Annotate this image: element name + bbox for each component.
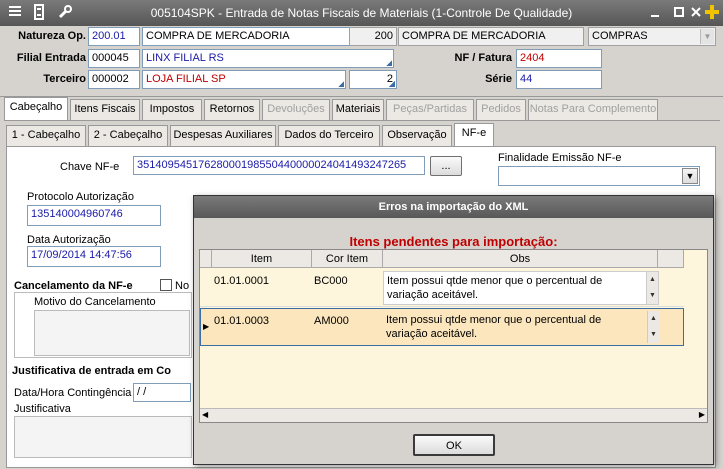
minimize-icon[interactable] (646, 4, 664, 22)
finalidade-label: Finalidade Emissão NF-e (498, 152, 622, 164)
natureza-desc-text: COMPRA DE MERCADORIA (146, 30, 290, 42)
filial-name-text: LINX FILIAL RS (146, 52, 224, 64)
chave-lookup-button[interactable]: ... (430, 156, 462, 176)
col-header-spacer (658, 250, 684, 268)
justificativa-section-title: Justificativa de entrada em Co (12, 365, 171, 377)
tipo-value: COMPRAS (592, 30, 648, 42)
chave-label: Chave NF-e (60, 161, 120, 173)
contingencia-label: Data/Hora Contingência (14, 387, 132, 399)
row-selector-arrow-icon: ▶ (203, 322, 210, 331)
cancelamento-checkbox[interactable] (160, 279, 172, 291)
grid-hscrollbar[interactable]: ◀ ▶ (200, 408, 707, 422)
memo-scrollbar[interactable]: ▲ ▼ (646, 272, 658, 304)
subtab-1-cabecalho[interactable]: 1 - Cabeçalho (6, 125, 86, 146)
col-header-cor-item[interactable]: Cor Item (312, 250, 383, 268)
natureza-code-field[interactable]: 200.01 (88, 27, 140, 46)
pending-items-grid: Item Cor Item Obs 01.01.0001 BC000 Item … (199, 249, 708, 423)
filial-label: Filial Entrada (16, 52, 86, 64)
cancelamento-checkbox-label: No (175, 280, 190, 292)
filial-code-field[interactable]: 000045 (88, 49, 140, 68)
data-autorizacao-field[interactable]: 17/09/2014 14:47:56 (27, 246, 161, 267)
table-row[interactable]: 01.01.0001 BC000 Item possui qtde menor … (200, 269, 684, 307)
row-cor: AM000 (314, 315, 349, 327)
tab-devolucoes[interactable]: Devoluções (262, 99, 330, 120)
terceiro-num-field[interactable]: 2 (349, 70, 397, 89)
terceiro-label: Terceiro (43, 73, 86, 85)
col-header-item[interactable]: Item (212, 250, 312, 268)
natureza-desc2-field: COMPRA DE MERCADORIA (398, 27, 584, 46)
subtab-nfe[interactable]: NF-e (454, 123, 494, 146)
add-icon[interactable] (703, 4, 721, 22)
tab-notas-complemento[interactable]: Notas Para Complemento (528, 99, 658, 120)
serie-field[interactable]: 44 (516, 70, 602, 89)
window-title: 005104SPK - Entrada de Notas Fiscais de … (150, 6, 573, 20)
row-item: 01.01.0001 (214, 275, 270, 287)
tab-itens-fiscais[interactable]: Itens Fiscais (70, 99, 140, 120)
terceiro-name-field[interactable]: LOJA FILIAL SP (142, 70, 346, 89)
memo-scrollbar[interactable]: ▲ ▼ (647, 311, 659, 343)
justificativa-label: Justificativa (14, 403, 71, 415)
filial-name-field[interactable]: LINX FILIAL RS (142, 49, 394, 68)
finalidade-select[interactable]: ▼ (498, 166, 700, 186)
chevron-down-icon[interactable]: ▼ (700, 29, 714, 44)
window-titlebar: 005104SPK - Entrada de Notas Fiscais de … (0, 0, 723, 26)
row-cor: BC000 (314, 275, 348, 287)
tabs-divider (0, 96, 723, 97)
chave-field[interactable]: 3514095451762800019855044000002404149324… (133, 156, 425, 175)
row-obs: Item possui qtde menor que o percentual … (386, 314, 602, 340)
scroll-left-icon[interactable]: ◀ (202, 410, 208, 419)
dialog-heading: Itens pendentes para importação: (349, 234, 558, 249)
tab-retornos[interactable]: Retornos (204, 99, 260, 120)
tab-pedidos[interactable]: Pedidos (476, 99, 526, 120)
natureza-num-field: 200 (349, 27, 397, 46)
nf-label: NF / Fatura (454, 52, 512, 64)
tab-materiais[interactable]: Materiais (332, 99, 384, 120)
dialog-title: Erros na importação do XML (194, 196, 713, 218)
serie-label: Série (485, 73, 512, 85)
protocolo-label: Protocolo Autorização (27, 191, 135, 203)
grid-corner-header (200, 250, 212, 268)
terceiro-code-field[interactable]: 000002 (88, 70, 140, 89)
table-row[interactable]: ▶ 01.01.0003 AM000 Item possui qtde meno… (200, 308, 684, 346)
tab-cabecalho[interactable]: Cabeçalho (4, 97, 68, 120)
nf-field[interactable]: 2404 (516, 49, 602, 68)
tab-pecas-partidas[interactable]: Peças/Partidas (386, 99, 474, 120)
finalidade-chevron-down-icon[interactable]: ▼ (682, 168, 698, 184)
obs-memo[interactable]: Item possui qtde menor que o percentual … (383, 311, 659, 343)
subtabs-top-line (4, 120, 720, 121)
subtab-despesas-auxiliares[interactable]: Despesas Auxiliares (170, 125, 276, 146)
col-header-obs[interactable]: Obs (383, 250, 658, 268)
motivo-textarea[interactable] (34, 310, 190, 356)
justificativa-textarea[interactable] (14, 416, 192, 458)
motivo-label: Motivo do Cancelamento (34, 296, 156, 308)
natureza-label: Natureza Op. (18, 30, 86, 42)
maximize-icon[interactable] (670, 4, 688, 22)
row-item: 01.01.0003 (214, 315, 270, 327)
tab-impostos[interactable]: Impostos (142, 99, 202, 120)
xml-errors-dialog: Erros na importação do XML Itens pendent… (193, 195, 714, 465)
data-autorizacao-label: Data Autorização (27, 234, 111, 246)
terceiro-name-text: LOJA FILIAL SP (146, 73, 226, 85)
protocolo-field[interactable]: 135140004960746 (27, 205, 161, 226)
obs-memo[interactable]: Item possui qtde menor que o percentual … (383, 271, 659, 305)
scroll-right-icon[interactable]: ▶ (699, 410, 705, 419)
row-obs: Item possui qtde menor que o percentual … (387, 275, 603, 301)
subtab-2-cabecalho[interactable]: 2 - Cabeçalho (88, 125, 168, 146)
contingencia-field[interactable]: / / (133, 383, 191, 402)
cancelamento-label: Cancelamento da NF-e (14, 280, 133, 292)
subtab-observacao[interactable]: Observação (382, 125, 452, 146)
ok-button[interactable]: OK (413, 434, 495, 456)
tipo-select[interactable]: COMPRAS ▼ (588, 27, 716, 46)
subtab-dados-terceiro[interactable]: Dados do Terceiro (278, 125, 380, 146)
